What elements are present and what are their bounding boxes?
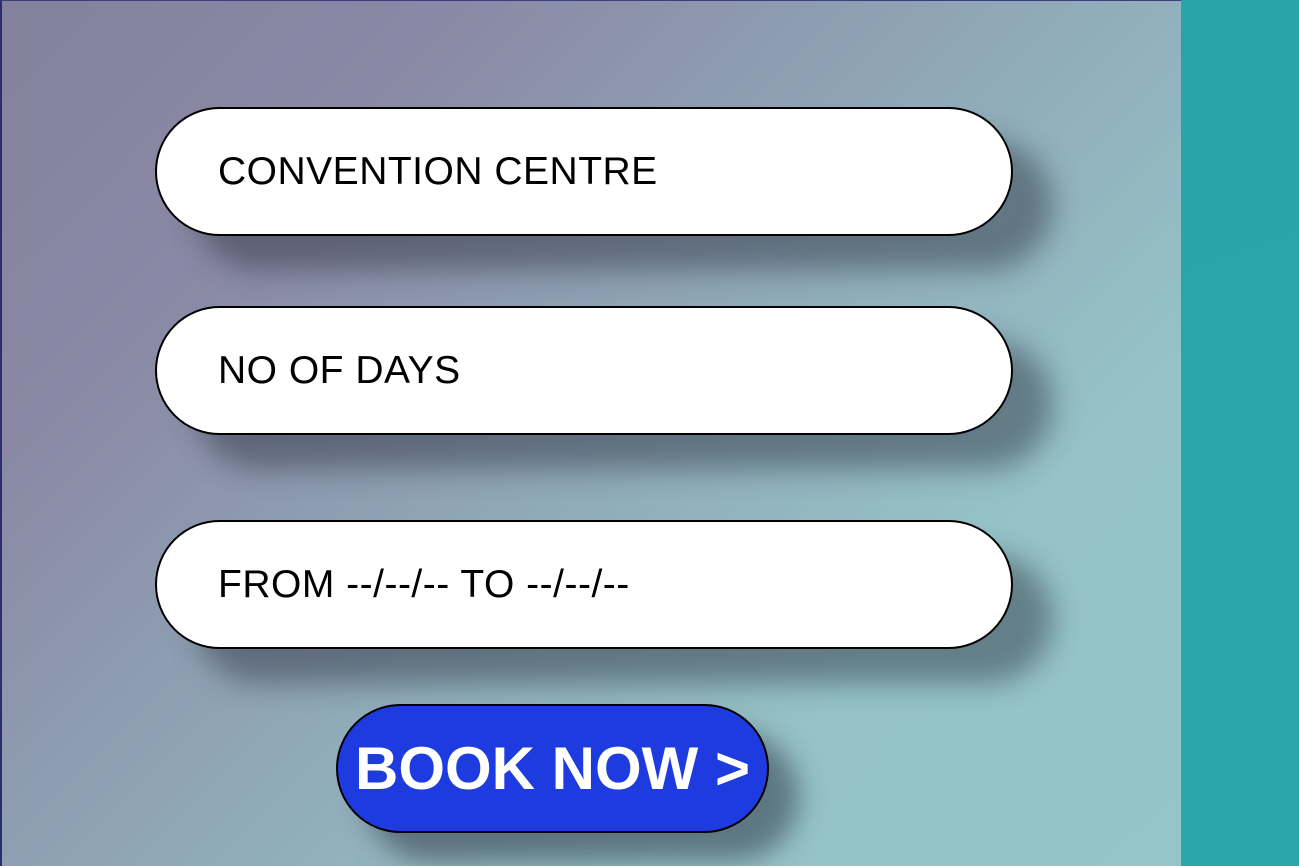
right-background-strip [1181,0,1299,866]
venue-field-text: CONVENTION CENTRE [218,149,658,193]
date-range-field[interactable]: FROM --/--/-- TO --/--/-- [155,520,1013,649]
days-field-text: NO OF DAYS [218,348,461,392]
venue-field[interactable]: CONVENTION CENTRE [155,107,1013,236]
book-now-button[interactable]: BOOK NOW > [336,704,769,833]
booking-panel: CONVENTION CENTRE NO OF DAYS FROM --/--/… [0,0,1181,866]
book-now-button-label: BOOK NOW > [354,735,750,802]
days-field[interactable]: NO OF DAYS [155,306,1013,435]
date-range-field-text: FROM --/--/-- TO --/--/-- [218,562,630,606]
